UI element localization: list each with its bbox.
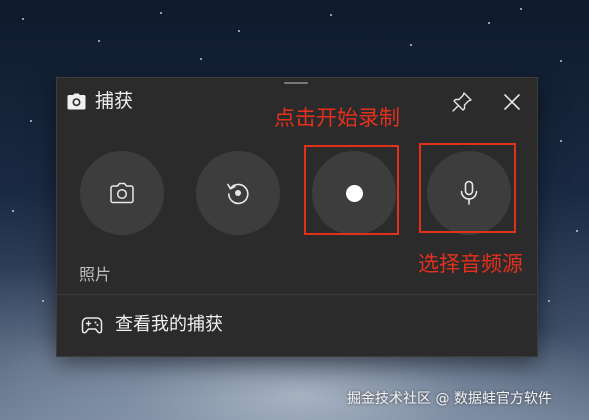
pin-button[interactable]	[447, 87, 477, 117]
background-star	[488, 22, 490, 24]
background-star	[22, 18, 24, 20]
background-star	[548, 300, 550, 302]
pin-icon	[452, 92, 472, 112]
background-star	[410, 44, 412, 46]
background-star	[98, 40, 100, 42]
mic-annotation: 选择音频源	[418, 252, 523, 276]
background-star	[30, 120, 32, 122]
record-highlight-box	[304, 145, 399, 235]
background-star	[160, 12, 162, 14]
mode-label: 照片	[79, 265, 112, 284]
replay-icon	[227, 183, 249, 205]
watermark: 掘金技术社区 @ 数据蛙官方软件	[347, 391, 552, 407]
background-star	[560, 140, 562, 142]
screenshot-button[interactable]	[80, 151, 164, 235]
background-star	[238, 30, 240, 32]
background-star	[12, 210, 14, 212]
camera-icon	[110, 182, 134, 204]
window-title: 捕获	[95, 90, 134, 112]
record-last-button[interactable]	[196, 151, 280, 235]
record-annotation: 点击开始录制	[274, 106, 400, 130]
view-captures-link[interactable]: 查看我的捕获	[57, 295, 537, 355]
close-button[interactable]	[497, 87, 527, 117]
background-star	[330, 14, 332, 16]
background-star	[200, 58, 202, 60]
view-captures-label: 查看我的捕获	[115, 314, 223, 335]
background-star	[42, 300, 44, 302]
camera-icon	[67, 93, 86, 110]
mic-highlight-box	[419, 143, 516, 233]
background-star	[560, 60, 562, 62]
gamepad-icon	[81, 317, 103, 334]
background-star	[520, 8, 522, 10]
close-icon	[504, 94, 520, 110]
background-star	[576, 230, 578, 232]
